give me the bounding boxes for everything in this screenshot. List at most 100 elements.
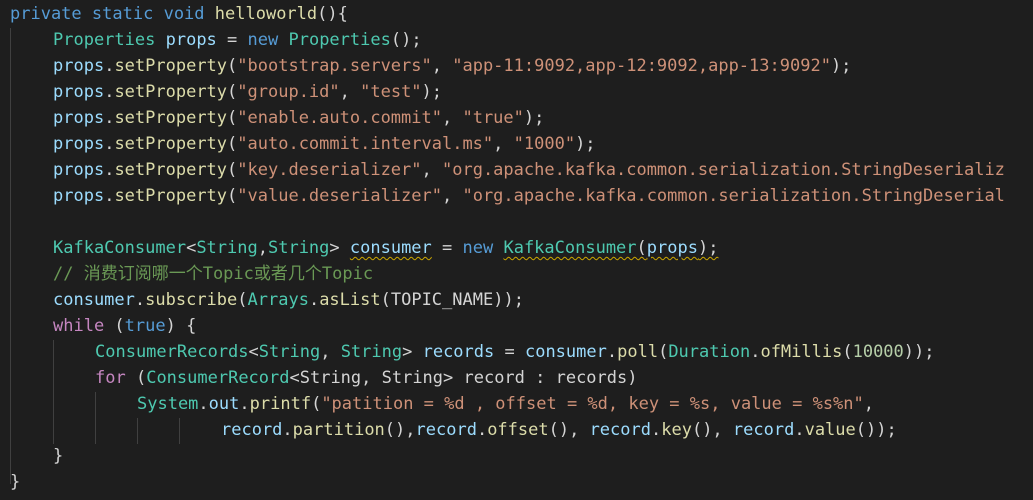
code-token: }: [53, 446, 64, 466]
code-token: );: [575, 134, 596, 154]
code-token: helloworld: [214, 4, 318, 24]
code-token: new: [247, 30, 279, 50]
code-token: KafkaConsumer: [53, 238, 187, 258]
code-token: (: [842, 342, 853, 362]
code-token: .: [104, 134, 115, 154]
code-token: 10000: [852, 342, 904, 362]
code-token: ());: [855, 420, 897, 440]
code-token: while: [53, 316, 105, 336]
code-token: (: [227, 186, 238, 206]
code-token: "enable.auto.commit": [237, 108, 442, 128]
code-token: Properties: [53, 30, 156, 50]
code-token: props: [165, 30, 217, 50]
code-token: >: [402, 342, 423, 362]
code-token: props: [53, 56, 105, 76]
code-token: ConsumerRecord: [146, 368, 290, 388]
code-token: "true": [462, 108, 524, 128]
code-token: "auto.commit.interval.ms": [237, 134, 494, 154]
code-token: ));: [903, 342, 935, 362]
code-token: private: [10, 4, 82, 24]
code-token: System: [137, 394, 199, 414]
code-token: setProperty: [114, 134, 228, 154]
code-token: setProperty: [114, 82, 228, 102]
code-token: offset: [487, 420, 549, 440]
code-token: .: [104, 186, 115, 206]
code-token: "group.id": [237, 82, 340, 102]
code-token: ,: [257, 238, 268, 258]
code-token: // 消费订阅哪一个Topic或者几个Topic: [53, 264, 374, 284]
code-token: (),: [691, 420, 733, 440]
code-token: props: [53, 82, 105, 102]
code-token: record: [415, 420, 477, 440]
code-token: out: [208, 394, 240, 414]
code-token: .: [104, 56, 115, 76]
code-token: .: [104, 160, 115, 180]
code-token: =: [494, 342, 525, 362]
code-token: .: [198, 394, 209, 414]
code-token: (: [658, 342, 669, 362]
code-line: // 消费订阅哪一个Topic或者几个Topic: [53, 261, 373, 287]
code-token: (: [237, 290, 248, 310]
code-editor[interactable]: private static void helloworld(){Propert…: [0, 0, 1033, 500]
code-token: .: [104, 108, 115, 128]
code-token: ,: [421, 160, 442, 180]
code-line: props.setProperty("key.deserializer", "o…: [53, 157, 1005, 183]
code-token: (: [227, 56, 238, 76]
code-token: (: [636, 238, 647, 258]
code-token: (: [227, 160, 238, 180]
code-line: private static void helloworld(){: [10, 1, 348, 27]
code-token: setProperty: [114, 160, 228, 180]
code-token: (),: [384, 420, 416, 440]
code-token: "value.deserializer": [237, 186, 442, 206]
code-token: "patition = %d , offset = %d, key = %s, …: [321, 394, 864, 414]
code-token: .: [282, 420, 293, 440]
code-token: for: [95, 368, 126, 388]
code-line: props.setProperty("enable.auto.commit", …: [53, 105, 544, 131]
code-token: (: [125, 368, 147, 388]
code-line: }: [10, 469, 20, 495]
code-token: setProperty: [114, 56, 228, 76]
code-line: for (ConsumerRecord<String, String> reco…: [95, 365, 638, 391]
code-line: props.setProperty("group.id", "test");: [53, 79, 442, 105]
code-line: props.setProperty("auto.commit.interval.…: [53, 131, 596, 157]
code-token: );: [697, 238, 719, 258]
code-token: .: [650, 420, 662, 440]
code-token: String: [196, 238, 258, 258]
code-line: while (true) {: [53, 313, 196, 339]
code-token: String: [267, 238, 330, 258]
code-token: <String, String> record : records): [289, 368, 638, 388]
code-token: (: [227, 82, 238, 102]
code-token: ,: [431, 56, 453, 76]
code-token: ConsumerRecords: [95, 342, 249, 362]
code-token: subscribe: [145, 290, 238, 310]
code-token: key: [661, 420, 692, 440]
code-token: value: [804, 420, 856, 440]
code-token: ,: [863, 394, 875, 414]
code-line: Properties props = new Properties();: [53, 27, 422, 53]
code-token: <: [248, 342, 259, 362]
code-token: Arrays: [247, 290, 309, 310]
code-token: >: [329, 238, 350, 258]
code-token: "bootstrap.servers": [237, 56, 432, 76]
code-token: .: [239, 394, 250, 414]
code-token: );: [421, 82, 443, 102]
code-token: Duration: [668, 342, 751, 362]
code-token: props: [53, 160, 105, 180]
code-token: static: [91, 4, 154, 24]
code-token: partition: [292, 420, 385, 440]
code-token: new: [462, 238, 494, 258]
code-token: .: [104, 82, 115, 102]
code-token: .: [134, 290, 146, 310]
code-token: .: [606, 342, 618, 362]
code-token: (),: [548, 420, 590, 440]
code-line: consumer.subscribe(Arrays.asList(TOPIC_N…: [53, 287, 524, 313]
code-token: true: [124, 316, 166, 336]
code-token: "key.deserializer": [237, 160, 422, 180]
indent-guide: [137, 418, 138, 444]
code-token: String: [340, 342, 403, 362]
code-token: setProperty: [114, 108, 228, 128]
code-token: .: [308, 290, 320, 310]
code-token: props: [53, 108, 105, 128]
